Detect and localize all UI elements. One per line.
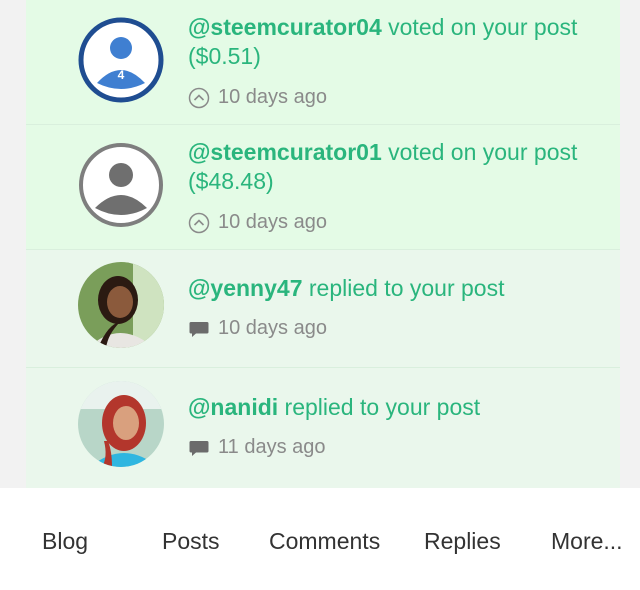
notification-user[interactable]: @nanidi: [188, 394, 278, 420]
notification-time: 10 days ago: [218, 86, 327, 108]
notification-time: 11 days ago: [218, 436, 326, 458]
notification-item[interactable]: @nanidi replied to your post 11 days ago: [26, 368, 620, 488]
notification-action: replied to your post: [302, 275, 505, 301]
tab-comments[interactable]: Comments: [269, 528, 380, 555]
notification-meta: 10 days ago: [188, 317, 327, 340]
upvote-icon: [188, 212, 210, 234]
notification-text[interactable]: @steemcurator04 voted on your post ($0.5…: [188, 13, 608, 71]
notification-time: 10 days ago: [218, 211, 327, 233]
notification-feed: 4 @steemcurator04 voted on your post ($0…: [0, 0, 640, 488]
comment-icon: [188, 437, 210, 459]
tab-posts[interactable]: Posts: [162, 528, 220, 555]
notification-user[interactable]: @steemcurator01: [188, 139, 382, 165]
upvote-icon: [188, 87, 210, 109]
avatar[interactable]: 4: [78, 17, 164, 103]
notification-meta: 10 days ago: [188, 86, 327, 109]
tab-more[interactable]: More...: [551, 528, 623, 555]
avatar[interactable]: [78, 262, 164, 348]
notification-action: voted on your post: [381, 14, 578, 40]
tab-replies[interactable]: Replies: [424, 528, 501, 555]
notification-item[interactable]: @yenny47 replied to your post 10 days ag…: [26, 250, 620, 368]
notification-time: 10 days ago: [218, 317, 327, 339]
notification-user[interactable]: @yenny47: [188, 275, 302, 301]
notification-action: voted on your post: [381, 139, 578, 165]
notification-amount: ($48.48): [188, 168, 274, 194]
avatar-number: 4: [118, 68, 125, 82]
notification-user[interactable]: @steemcurator04: [188, 14, 382, 40]
notification-action: replied to your post: [278, 394, 481, 420]
comment-icon: [188, 318, 210, 340]
avatar[interactable]: [78, 142, 164, 228]
bottom-tab-bar: Blog Posts Comments Replies More...: [0, 488, 640, 590]
notification-text[interactable]: @nanidi replied to your post: [188, 393, 608, 422]
notification-text[interactable]: @yenny47 replied to your post: [188, 274, 608, 303]
notification-item[interactable]: 4 @steemcurator04 voted on your post ($0…: [26, 0, 620, 125]
notification-meta: 10 days ago: [188, 211, 327, 234]
notification-text[interactable]: @steemcurator01 voted on your post ($48.…: [188, 138, 608, 196]
tab-blog[interactable]: Blog: [42, 528, 88, 555]
avatar[interactable]: [78, 381, 164, 467]
notification-amount: ($0.51): [188, 43, 261, 69]
notification-meta: 11 days ago: [188, 436, 326, 459]
notification-item[interactable]: @steemcurator01 voted on your post ($48.…: [26, 125, 620, 250]
